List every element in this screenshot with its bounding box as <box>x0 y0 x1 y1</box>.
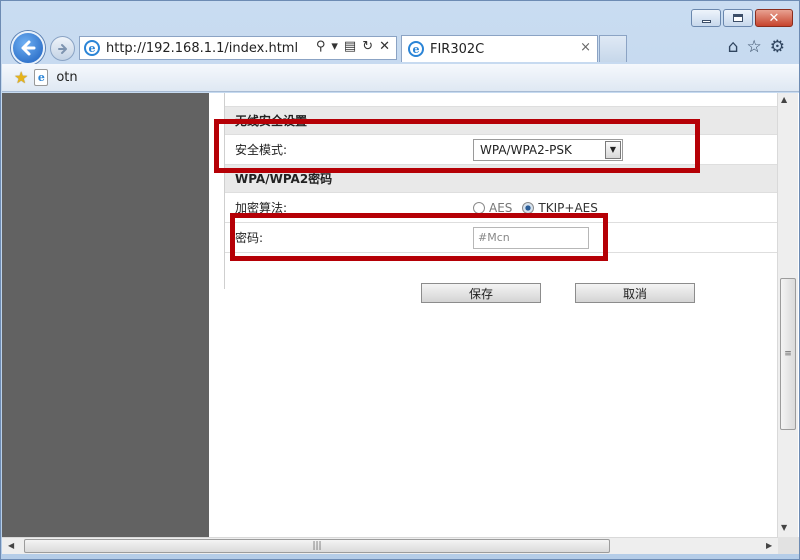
encryption-row: 加密算法: AES TKIP+AES <box>225 193 777 223</box>
favorites-star-icon[interactable]: ☆ <box>747 37 762 57</box>
ie-page-icon: e <box>84 40 100 56</box>
forward-arrow-icon <box>57 43 67 54</box>
section-header-wireless-security: 无线安全设置 <box>225 107 777 135</box>
vertical-scrollbar[interactable]: ▲ ≡ ▼ <box>777 93 798 537</box>
encryption-option-aes[interactable]: AES <box>473 201 512 215</box>
browser-toolbar-icons: ⌂ ☆ ⚙ <box>728 37 785 57</box>
security-mode-row: 安全模式: WPA/WPA2-PSK ▼ <box>225 135 777 165</box>
security-mode-value: WPA/WPA2-PSK ▼ <box>473 138 623 161</box>
ie-tab-icon: e <box>408 41 424 57</box>
dropdown-icon[interactable]: ▾ <box>331 39 338 54</box>
section-title: 无线安全设置 <box>235 114 308 128</box>
page-viewport: 无线安全设置 安全模式: WPA/WPA2-PSK ▼ WPA/WPA2密码 加… <box>2 93 799 537</box>
close-window-button[interactable]: ✕ <box>755 9 793 27</box>
close-icon: ✕ <box>768 10 780 26</box>
vertical-scroll-thumb[interactable]: ≡ <box>780 278 796 430</box>
browser-window: ✕ e http://192.168.1.1/index.html ⚲ ▾ ▤ … <box>0 0 800 560</box>
security-mode-label: 安全模式: <box>235 143 288 157</box>
password-label: 密码: <box>235 231 264 245</box>
settings-gear-icon[interactable]: ⚙ <box>770 37 785 57</box>
password-value: #Mcn <box>473 226 589 249</box>
horizontal-scrollbar[interactable]: ◀ ||| ▶ <box>2 537 778 554</box>
option-label: TKIP+AES <box>538 200 598 215</box>
new-tab-button[interactable] <box>599 35 627 62</box>
tab-title: FIR302C <box>430 41 485 57</box>
minimize-icon <box>701 19 711 23</box>
tab-fir302c[interactable]: e FIR302C × <box>401 35 598 62</box>
scroll-corner <box>778 537 799 554</box>
scroll-right-icon[interactable]: ▶ <box>766 541 772 550</box>
section-header-password: WPA/WPA2密码 <box>225 165 777 193</box>
settings-panel: 无线安全设置 安全模式: WPA/WPA2-PSK ▼ WPA/WPA2密码 加… <box>209 93 777 537</box>
home-icon[interactable]: ⌂ <box>728 37 739 57</box>
stop-icon[interactable]: ✕ <box>379 39 390 54</box>
compatibility-icon[interactable]: ▤ <box>344 39 356 54</box>
favorite-page-icon: e <box>34 69 49 86</box>
address-bar[interactable]: e http://192.168.1.1/index.html ⚲ ▾ ▤ ↻ … <box>79 36 397 60</box>
top-row <box>225 93 777 107</box>
scroll-left-icon[interactable]: ◀ <box>8 541 14 550</box>
scroll-up-icon[interactable]: ▲ <box>781 95 787 104</box>
password-row: 密码: #Mcn <box>225 223 777 253</box>
maximize-button[interactable] <box>723 9 753 27</box>
left-menu-pane <box>2 93 209 537</box>
add-favorites-icon[interactable]: ★ <box>14 68 28 87</box>
address-text[interactable]: http://192.168.1.1/index.html <box>106 41 298 56</box>
cancel-button[interactable]: 取消 <box>575 283 695 303</box>
address-tools: ⚲ ▾ ▤ ↻ ✕ <box>316 39 390 54</box>
chevron-down-icon[interactable]: ▼ <box>605 140 621 159</box>
favorites-bar: ★ e otn <box>2 64 799 92</box>
tab-close-icon[interactable]: × <box>580 40 591 55</box>
encryption-options: AES TKIP+AES <box>473 201 608 215</box>
section-title: WPA/WPA2密码 <box>235 172 333 186</box>
forward-button[interactable] <box>50 36 75 61</box>
scroll-down-icon[interactable]: ▼ <box>781 523 787 532</box>
password-input[interactable]: #Mcn <box>473 226 589 249</box>
encryption-label: 加密算法: <box>235 201 288 215</box>
wireless-security-form: 无线安全设置 安全模式: WPA/WPA2-PSK ▼ WPA/WPA2密码 加… <box>224 93 777 289</box>
form-actions: 保存 取消 <box>421 283 695 303</box>
window-controls: ✕ <box>691 9 793 27</box>
option-label: AES <box>489 200 513 215</box>
horizontal-scroll-thumb[interactable]: ||| <box>24 539 610 553</box>
minimize-button[interactable] <box>691 9 721 27</box>
maximize-icon <box>733 14 743 22</box>
save-button[interactable]: 保存 <box>421 283 541 303</box>
radio-aes[interactable] <box>473 201 485 214</box>
back-arrow-icon <box>21 40 36 56</box>
radio-tkip-aes[interactable] <box>522 201 535 214</box>
back-button[interactable] <box>11 31 45 65</box>
encryption-option-tkip-aes[interactable]: TKIP+AES <box>522 200 598 215</box>
search-icon[interactable]: ⚲ <box>316 39 326 54</box>
security-mode-select[interactable]: WPA/WPA2-PSK ▼ <box>473 138 623 161</box>
favorite-link-otn[interactable]: otn <box>56 70 77 85</box>
refresh-icon[interactable]: ↻ <box>362 39 373 54</box>
security-mode-selected: WPA/WPA2-PSK <box>480 142 572 157</box>
